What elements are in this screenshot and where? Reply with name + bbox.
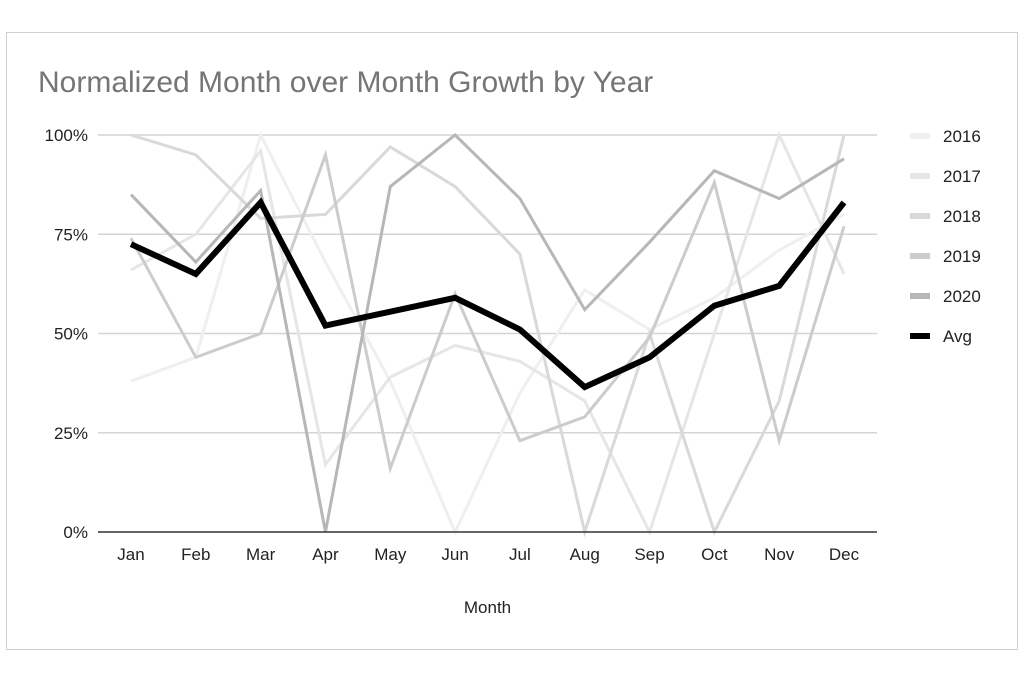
y-tick-label: 25% — [54, 424, 88, 443]
legend-label: 2020 — [943, 287, 981, 306]
x-tick-label: Jun — [441, 545, 468, 564]
legend-item-2019[interactable]: 2019 — [910, 247, 981, 266]
y-tick-label: 100% — [45, 126, 88, 145]
x-axis-title: Month — [464, 598, 511, 617]
legend-item-2016[interactable]: 2016 — [910, 127, 981, 146]
legend-label: 2017 — [943, 167, 981, 186]
legend-swatch — [910, 173, 930, 179]
line-chart: 0% 25% 50% 75% 100% Jan Feb Mar Apr May Jun Jul Aug… — [45, 126, 981, 617]
y-tick-label: 0% — [63, 523, 88, 542]
x-tick-label: Jul — [509, 545, 531, 564]
legend-item-2018[interactable]: 2018 — [910, 207, 981, 226]
legend-label: 2019 — [943, 247, 981, 266]
legend-item-2020[interactable]: 2020 — [910, 287, 981, 306]
x-tick-label: Apr — [312, 545, 339, 564]
x-tick-label: Aug — [570, 545, 600, 564]
x-tick-label: Feb — [181, 545, 210, 564]
gridlines — [98, 134, 877, 434]
legend-item-avg[interactable]: Avg — [910, 327, 972, 346]
x-tick-label: Dec — [829, 545, 860, 564]
x-tick-label: Oct — [701, 545, 728, 564]
y-tick-label: 50% — [54, 325, 88, 344]
legend-label: Avg — [943, 327, 972, 346]
legend: 2016 2017 2018 2019 2020 Avg — [910, 127, 981, 346]
legend-item-2017[interactable]: 2017 — [910, 167, 981, 186]
legend-label: 2016 — [943, 127, 981, 146]
x-tick-label: Mar — [246, 545, 276, 564]
x-tick-label: Jan — [117, 545, 144, 564]
legend-swatch — [910, 253, 930, 259]
y-tick-label: 75% — [54, 225, 88, 244]
y-axis-ticks: 0% 25% 50% 75% 100% — [45, 126, 88, 542]
x-tick-label: Sep — [634, 545, 664, 564]
legend-swatch — [910, 133, 930, 139]
legend-swatch — [910, 333, 930, 339]
legend-swatch — [910, 293, 930, 299]
x-axis-ticks: Jan Feb Mar Apr May Jun Jul Aug Sep Oct Nov Dec — [117, 545, 859, 564]
legend-swatch — [910, 213, 930, 219]
legend-label: 2018 — [943, 207, 981, 226]
x-tick-label: Nov — [764, 545, 795, 564]
x-tick-label: May — [374, 545, 407, 564]
series-line-avg — [129, 197, 847, 391]
